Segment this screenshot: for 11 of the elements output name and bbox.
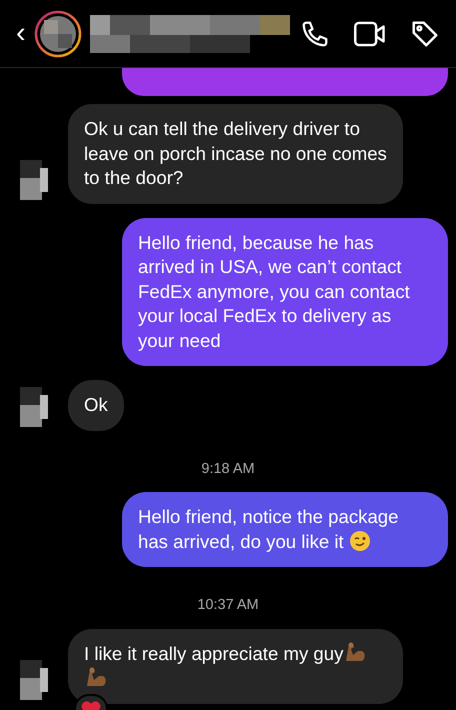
avatar[interactable] (34, 10, 82, 58)
phone-icon[interactable] (300, 18, 330, 48)
message-bubble: Ok u can tell the delivery driver to leave on porch incase no one comes to the door? (68, 104, 403, 204)
back-button[interactable]: ‹ (16, 19, 26, 48)
timestamp: 10:37 AM (197, 596, 259, 616)
message-bubble: Hello friend, notice the package has arrived, do you like it (122, 492, 448, 568)
timestamp: 9:18 AM (201, 460, 255, 478)
tag-icon[interactable] (410, 18, 440, 48)
message-bubble: Hello friend, because he has arrived in USA, we can’t contact FedEx anymore, you can contact your local FedEx to delivery as your need (122, 218, 448, 366)
video-call-icon[interactable] (354, 20, 386, 48)
message-bubble: Ok (68, 380, 124, 430)
